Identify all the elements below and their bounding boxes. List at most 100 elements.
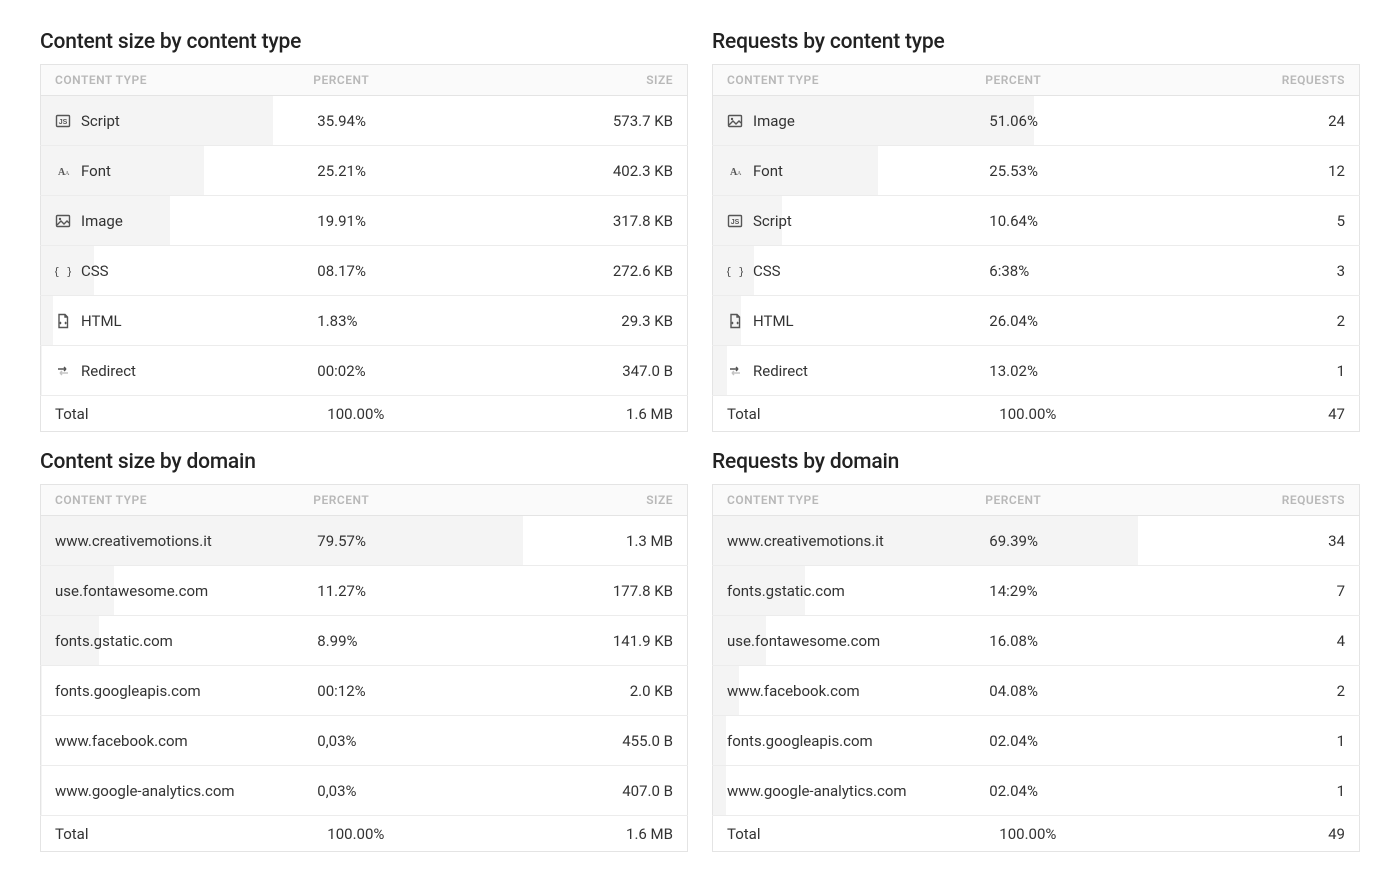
row-label: www.google-analytics.com — [727, 782, 907, 800]
col-header-type[interactable]: CONTENT TYPE — [713, 65, 972, 96]
cell-label: AAFont — [41, 146, 300, 196]
row-percent: 51.06% — [989, 112, 1038, 130]
total-value: 1.6 MB — [526, 816, 688, 852]
row-percent: 6:38% — [989, 262, 1029, 280]
cell-value: 1 — [1198, 716, 1360, 766]
panel-size-by-type: Content size by content type CONTENT TYP… — [40, 30, 688, 432]
cell-percent: 08.17% — [299, 246, 525, 296]
row-percent: 02.04% — [989, 732, 1038, 750]
row-percent: 8.99% — [317, 632, 357, 650]
row-label: www.google-analytics.com — [55, 782, 235, 800]
col-header-value[interactable]: SIZE — [526, 65, 688, 96]
total-percent: 100.00% — [299, 396, 525, 432]
total-label: Total — [41, 396, 300, 432]
svg-text:{ }: { } — [55, 265, 71, 278]
col-header-value[interactable]: REQUESTS — [1198, 65, 1360, 96]
cell-value: 1.3 MB — [526, 516, 688, 566]
row-percent: 0,03% — [317, 732, 356, 750]
row-label: fonts.googleapis.com — [55, 682, 201, 700]
table-size-by-domain: CONTENT TYPE PERCENT SIZE www.creativemo… — [40, 484, 688, 852]
row-percent: 08.17% — [317, 262, 366, 280]
total-percent: 100.00% — [299, 816, 525, 852]
cell-percent: 25.21% — [299, 146, 525, 196]
row-label: www.facebook.com — [727, 682, 860, 700]
total-row: Total100.00%49 — [713, 816, 1360, 852]
table-row: Redirect00:02%347.0 B — [41, 346, 688, 396]
table-row: www.facebook.com04.08%2 — [713, 666, 1360, 716]
row-label: HTML — [81, 312, 122, 330]
row-label: Script — [753, 212, 792, 230]
table-row: { }CSS08.17%272.6 KB — [41, 246, 688, 296]
table-row: JSScript35.94%573.7 KB — [41, 96, 688, 146]
col-header-percent[interactable]: PERCENT — [299, 65, 525, 96]
total-percent: 100.00% — [971, 396, 1197, 432]
cell-label: JSScript — [41, 96, 300, 146]
font-icon: AA — [55, 163, 71, 179]
row-label: CSS — [753, 262, 781, 280]
cell-label: HTML — [713, 296, 972, 346]
cell-label: fonts.gstatic.com — [713, 566, 972, 616]
svg-text:JS: JS — [731, 219, 740, 226]
col-header-value[interactable]: REQUESTS — [1198, 485, 1360, 516]
row-label: HTML — [753, 312, 794, 330]
cell-percent: 1.83% — [299, 296, 525, 346]
table-row: fonts.googleapis.com02.04%1 — [713, 716, 1360, 766]
row-label: Script — [81, 112, 120, 130]
table-row: fonts.googleapis.com00:12%2.0 KB — [41, 666, 688, 716]
row-label: use.fontawesome.com — [55, 582, 208, 600]
cell-value: 2 — [1198, 296, 1360, 346]
font-icon: AA — [727, 163, 743, 179]
cell-value: 272.6 KB — [526, 246, 688, 296]
col-header-value[interactable]: SIZE — [526, 485, 688, 516]
cell-label: www.creativemotions.it — [41, 516, 300, 566]
cell-percent: 26.04% — [971, 296, 1197, 346]
row-label: Image — [753, 112, 795, 130]
cell-value: 455.0 B — [526, 716, 688, 766]
cell-value: 29.3 KB — [526, 296, 688, 346]
total-row: Total100.00%1.6 MB — [41, 396, 688, 432]
css-icon: { } — [55, 263, 71, 279]
cell-label: fonts.gstatic.com — [41, 616, 300, 666]
cell-percent: 10.64% — [971, 196, 1197, 246]
cell-label: { } CSS — [713, 246, 972, 296]
table-requests-by-domain: CONTENT TYPE PERCENT REQUESTS www.creati… — [712, 484, 1360, 852]
row-label: www.facebook.com — [55, 732, 188, 750]
row-percent: 04.08% — [989, 682, 1038, 700]
cell-percent: 02.04% — [971, 716, 1197, 766]
row-percent: 00:12% — [317, 682, 365, 700]
table-row: Redirect13.02%1 — [713, 346, 1360, 396]
panel-title: Requests by content type — [712, 30, 1360, 54]
row-label: use.fontawesome.com — [727, 632, 880, 650]
cell-percent: 19.91% — [299, 196, 525, 246]
table-row: fonts.gstatic.com14:29%7 — [713, 566, 1360, 616]
col-header-percent[interactable]: PERCENT — [299, 485, 525, 516]
total-value: 1.6 MB — [526, 396, 688, 432]
cell-value: 5 — [1198, 196, 1360, 246]
table-size-by-type: CONTENT TYPE PERCENT SIZE JSScript35.94%… — [40, 64, 688, 432]
table-row: Image51.06%24 — [713, 96, 1360, 146]
table-row: fonts.gstatic.com8.99%141.9 KB — [41, 616, 688, 666]
cell-label: Image — [41, 196, 300, 246]
table-row: AAFont25.21%402.3 KB — [41, 146, 688, 196]
total-value: 47 — [1198, 396, 1360, 432]
total-value: 49 — [1198, 816, 1360, 852]
row-label: fonts.gstatic.com — [727, 582, 845, 600]
cell-percent: 11.27% — [299, 566, 525, 616]
script-icon: JS — [727, 213, 743, 229]
cell-value: 407.0 B — [526, 766, 688, 816]
row-percent: 16.08% — [989, 632, 1038, 650]
row-label: Font — [753, 162, 783, 180]
table-row: HTML 26.04%2 — [713, 296, 1360, 346]
cell-label: www.facebook.com — [41, 716, 300, 766]
cell-label: JS Script — [713, 196, 972, 246]
col-header-type[interactable]: CONTENT TYPE — [41, 485, 300, 516]
col-header-percent[interactable]: PERCENT — [971, 65, 1197, 96]
svg-text:A: A — [65, 171, 70, 177]
table-row: www.google-analytics.com0,03%407.0 B — [41, 766, 688, 816]
cell-percent: 69.39% — [971, 516, 1197, 566]
html-icon — [55, 313, 71, 329]
col-header-percent[interactable]: PERCENT — [971, 485, 1197, 516]
css-icon: { } — [727, 263, 743, 279]
col-header-type[interactable]: CONTENT TYPE — [713, 485, 972, 516]
col-header-type[interactable]: CONTENT TYPE — [41, 65, 300, 96]
